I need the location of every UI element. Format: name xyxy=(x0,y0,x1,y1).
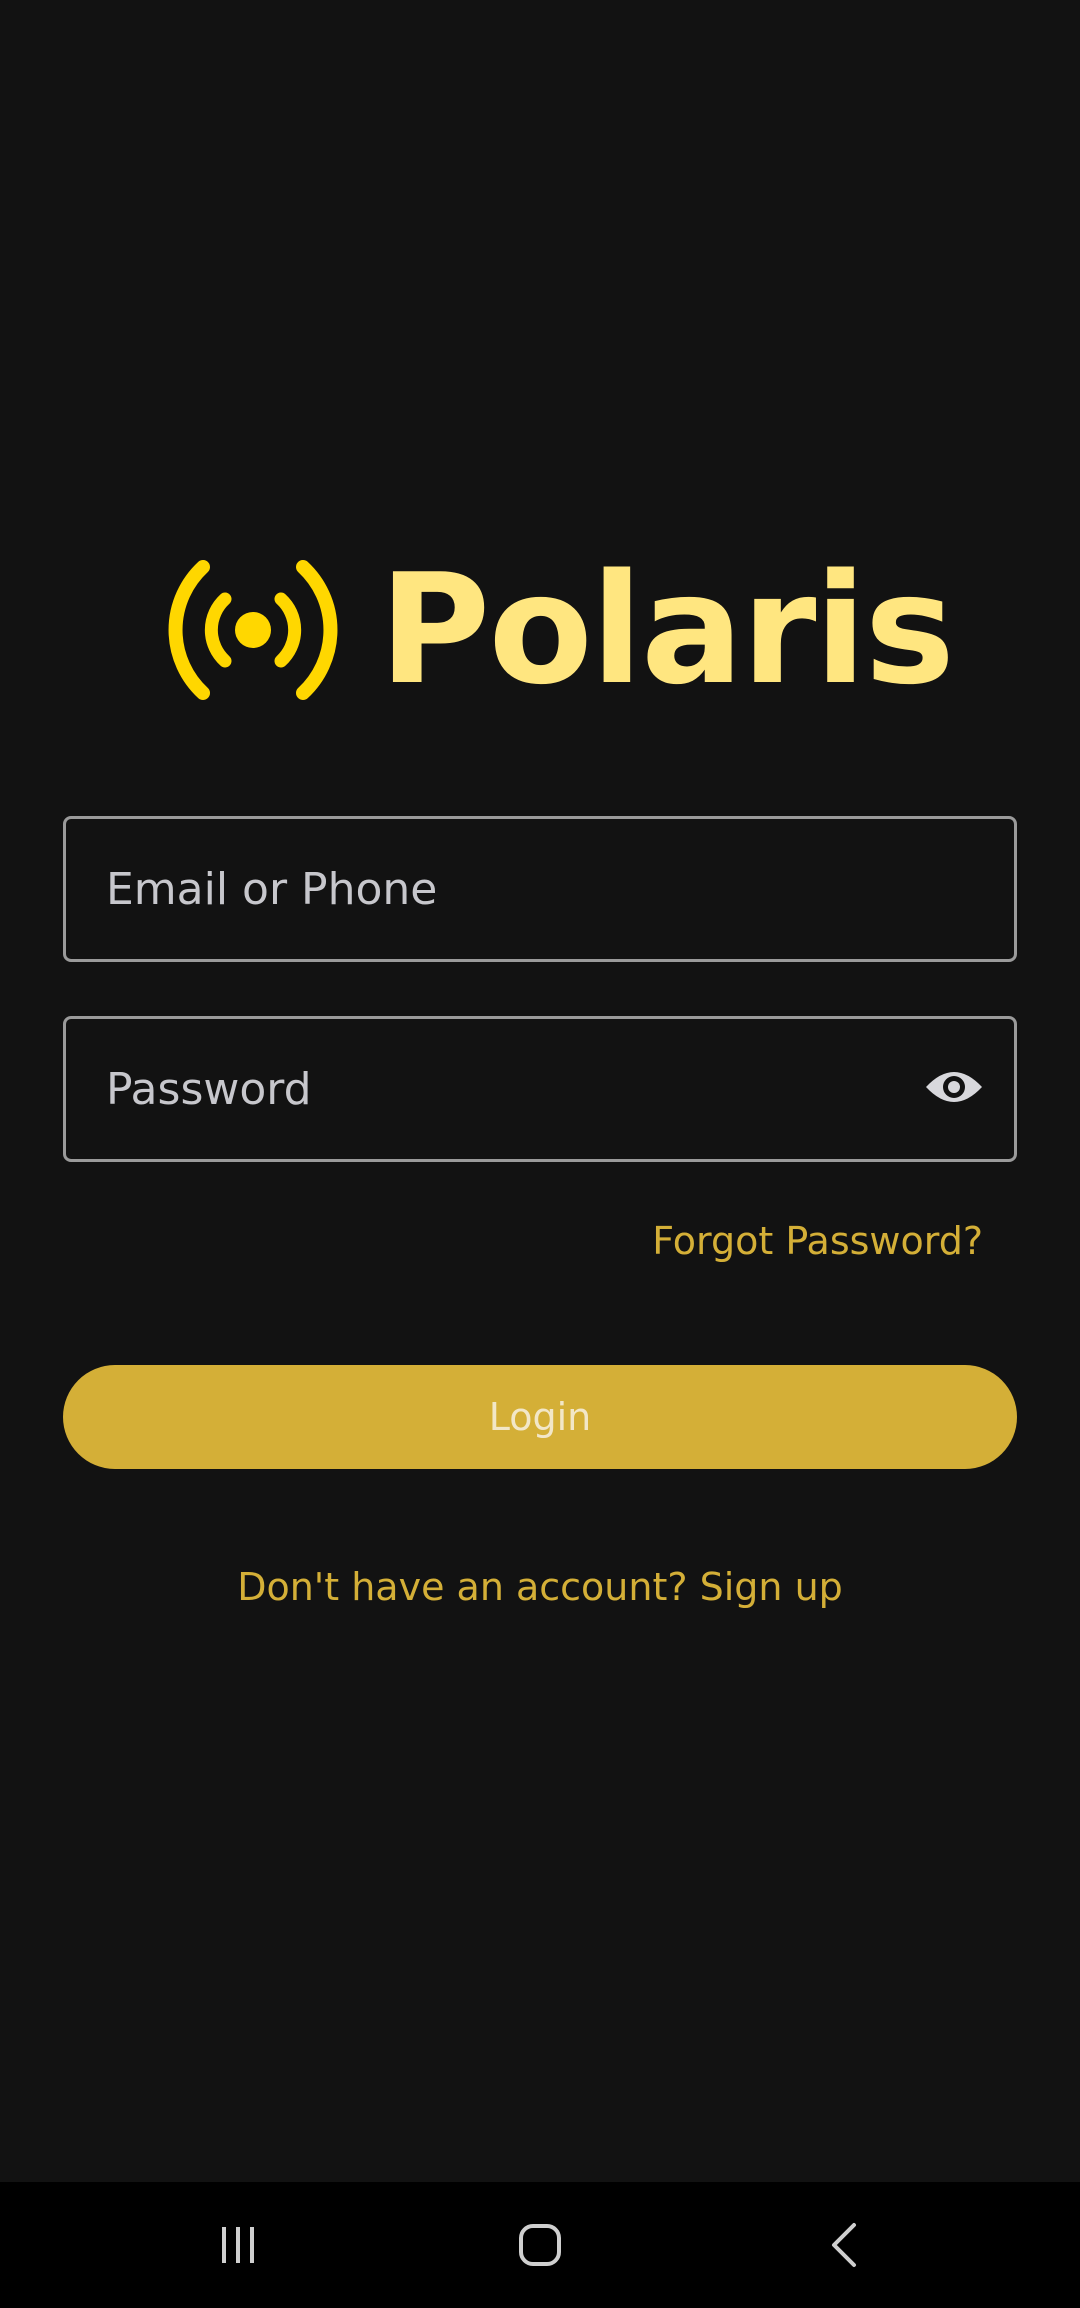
app-name: Polaris xyxy=(379,541,955,718)
recents-icon[interactable] xyxy=(198,2210,278,2280)
show-password-icon[interactable] xyxy=(922,1055,986,1119)
signup-link[interactable]: Don't have an account? Sign up xyxy=(0,1562,1080,1612)
home-icon[interactable] xyxy=(500,2210,580,2280)
back-icon[interactable] xyxy=(804,2210,884,2280)
forgot-password-link[interactable]: Forgot Password? xyxy=(652,1216,983,1266)
login-button[interactable]: Login xyxy=(63,1365,1017,1469)
password-input[interactable] xyxy=(106,1019,926,1159)
broadcast-icon xyxy=(168,560,338,700)
email-field[interactable] xyxy=(63,816,1017,962)
email-input[interactable] xyxy=(106,819,926,959)
system-navigation-bar xyxy=(0,2182,1080,2308)
password-field[interactable] xyxy=(63,1016,1017,1162)
app-logo: Polaris xyxy=(155,554,955,706)
login-screen: Polaris Forgot Password? Login Don't hav… xyxy=(0,0,1080,2308)
